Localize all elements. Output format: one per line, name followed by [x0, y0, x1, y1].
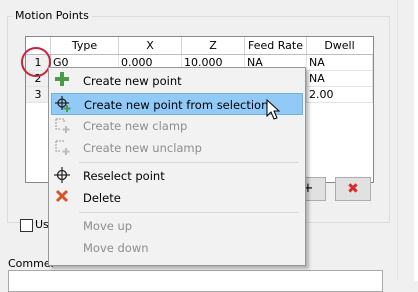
menu-item-label: Move down: [83, 241, 149, 255]
col-header-x[interactable]: X: [119, 37, 182, 54]
menu-item-label: Move up: [83, 219, 133, 233]
menu-item-label: Create new unclamp: [83, 141, 202, 155]
cell-dwell[interactable]: NA: [307, 71, 373, 87]
menu-item-move-down[interactable]: Move down: [51, 237, 303, 259]
col-header-dwell[interactable]: Dwell: [307, 37, 372, 54]
menu-item-delete[interactable]: Delete: [51, 187, 303, 209]
menu-item-move-up[interactable]: Move up: [51, 215, 303, 237]
group-title: Motion Points: [12, 9, 92, 22]
grid-header: Type X Z Feed Rate Dwell: [26, 37, 373, 55]
plus-icon: [53, 72, 71, 90]
crosshair-icon: [53, 167, 71, 185]
col-header-type[interactable]: Type: [51, 37, 119, 54]
mouse-cursor-icon: [266, 98, 282, 121]
menu-item-label: Create new point from selection: [84, 98, 269, 112]
menu-separator: [79, 212, 299, 213]
menu-item-label: Create new clamp: [83, 119, 188, 133]
unclamp-icon: [53, 139, 71, 157]
menu-item-label: Reselect point: [83, 169, 165, 183]
delete-point-button[interactable]: ✖: [335, 177, 371, 201]
clamp-icon: [53, 117, 71, 135]
col-header-feed-rate[interactable]: Feed Rate: [245, 37, 307, 54]
menu-item-create-new-point[interactable]: Create new point: [51, 70, 303, 92]
crosshair-plus-icon: [54, 96, 72, 114]
menu-item-reselect-point[interactable]: Reselect point: [51, 165, 303, 187]
cell-dwell[interactable]: NA: [307, 55, 373, 71]
use-checkbox[interactable]: [20, 219, 33, 232]
col-header-z[interactable]: Z: [182, 37, 245, 54]
menu-item-create-new-unclamp[interactable]: Create new unclamp: [51, 137, 303, 159]
menu-separator: [79, 162, 299, 163]
vertical-scrollbar[interactable]: [397, 0, 415, 281]
menu-item-label: Delete: [83, 191, 121, 205]
context-menu: Create new point Create new point from s…: [48, 67, 306, 266]
annotation-circle: [21, 47, 51, 77]
menu-item-label: Create new point: [83, 74, 182, 88]
use-checkbox-label: Us: [35, 218, 49, 231]
cell-dwell[interactable]: 2.00: [307, 87, 373, 103]
x-icon: [53, 189, 71, 207]
window-edge: [414, 0, 418, 281]
comment-input[interactable]: [8, 270, 383, 292]
